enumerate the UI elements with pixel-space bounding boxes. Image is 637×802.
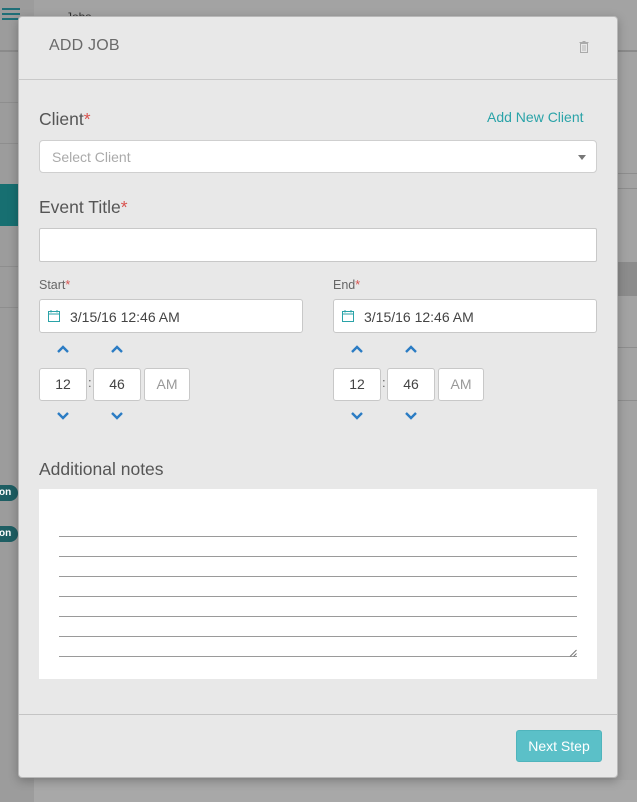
modal-title: ADD JOB [49,37,120,54]
ruled-line [59,576,577,577]
additional-notes-label: Additional notes [39,459,164,479]
background-divider [617,173,637,174]
chevron-up-icon[interactable] [110,344,124,354]
time-separator: : [382,375,386,390]
chevron-down-icon[interactable] [350,411,364,421]
start-meridian-toggle[interactable]: AM [144,368,190,401]
ruled-line [59,536,577,537]
required-marker: * [65,278,71,292]
ruled-line [59,656,577,657]
background-divider [0,307,18,308]
caret-down-icon [578,155,586,160]
background-status-pill: on [0,526,18,542]
start-label: Start* [39,278,71,292]
modal-footer-divider [19,714,617,715]
ruled-line [59,616,577,617]
background-divider [617,188,637,189]
end-meridian-toggle[interactable]: AM [438,368,484,401]
background-divider [0,266,18,267]
ruled-line [59,556,577,557]
ruled-line [59,636,577,637]
chevron-down-icon[interactable] [110,411,124,421]
background-divider [0,143,18,144]
background-footer [34,780,637,802]
background-active-item [0,184,18,226]
ruled-line [59,596,577,597]
end-minute-input[interactable]: 46 [387,368,435,401]
event-title-label: Event Title* [39,197,128,217]
event-title-input[interactable] [39,228,597,262]
end-label: End* [333,278,361,292]
chevron-up-icon[interactable] [404,344,418,354]
start-minute-input[interactable]: 46 [93,368,141,401]
required-marker: * [120,197,128,217]
start-date-input[interactable]: 3/15/16 12:46 AM [39,299,303,333]
background-divider [617,400,637,401]
additional-notes-textarea[interactable] [39,489,597,679]
required-marker: * [355,278,361,292]
modal-header: ADD JOB [19,17,617,80]
client-select-placeholder: Select Client [52,149,131,165]
calendar-icon [48,310,60,322]
background-status-pill: on [0,485,18,501]
resize-grip-icon[interactable] [569,649,577,657]
required-marker: * [83,109,91,129]
start-hour-input[interactable]: 12 [39,368,87,401]
trash-icon[interactable] [579,41,589,53]
chevron-down-icon[interactable] [56,411,70,421]
add-job-modal: ADD JOB Client* Add New Client Select Cl… [18,16,618,778]
end-date-input[interactable]: 3/15/16 12:46 AM [333,299,597,333]
next-step-button[interactable]: Next Step [516,730,602,762]
client-select[interactable]: Select Client [39,140,597,173]
chevron-up-icon[interactable] [56,344,70,354]
background-divider [617,347,637,348]
end-hour-input[interactable]: 12 [333,368,381,401]
background-divider [0,102,18,103]
chevron-up-icon[interactable] [350,344,364,354]
time-separator: : [88,375,92,390]
end-date-value: 3/15/16 12:46 AM [364,309,474,325]
start-date-value: 3/15/16 12:46 AM [70,309,180,325]
client-label: Client* [39,109,91,129]
add-new-client-link[interactable]: Add New Client [487,109,584,125]
calendar-icon [342,310,354,322]
background-table-header [617,262,637,296]
chevron-down-icon[interactable] [404,411,418,421]
